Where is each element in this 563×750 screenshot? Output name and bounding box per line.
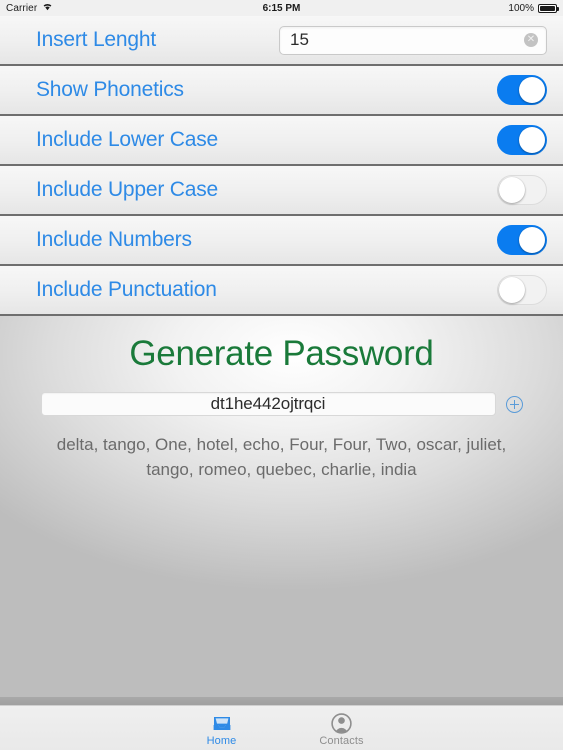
carrier-label: Carrier (6, 2, 38, 14)
toggle-knob (519, 227, 545, 253)
tab-contacts[interactable]: Contacts (301, 709, 383, 747)
password-value: dt1he442ojtrqci (210, 394, 326, 413)
status-bar-left: Carrier (6, 2, 53, 14)
tab-contacts-label: Contacts (319, 735, 364, 747)
settings-list: Insert Lenght 15 ✕ Show Phonetics Includ… (0, 16, 563, 316)
toggle-include-upper-case[interactable] (497, 175, 547, 205)
tab-bar-shadow (0, 697, 563, 705)
tab-home-label: Home (206, 735, 237, 747)
battery-percent-label: 100% (508, 2, 534, 14)
length-input[interactable]: 15 ✕ (279, 25, 547, 55)
row-include-upper-case: Include Upper Case (0, 166, 563, 216)
toggle-knob (519, 127, 545, 153)
battery-icon (538, 3, 559, 13)
status-bar-time: 6:15 PM (262, 2, 301, 14)
include-punctuation-label: Include Punctuation (36, 278, 217, 301)
app-screen: Carrier 6:15 PM 100% Insert Lenght 15 ✕ … (0, 0, 563, 750)
generate-password-button[interactable]: Generate Password (0, 334, 563, 374)
status-bar-right: 100% (508, 2, 559, 14)
toggle-show-phonetics[interactable] (497, 75, 547, 105)
row-include-numbers: Include Numbers (0, 216, 563, 266)
status-bar: Carrier 6:15 PM 100% (0, 0, 563, 16)
toggle-include-punctuation[interactable] (497, 275, 547, 305)
main-content: Generate Password dt1he442ojtrqci delta,… (0, 316, 563, 697)
clear-icon[interactable]: ✕ (524, 33, 538, 47)
plus-circle-icon[interactable] (505, 395, 523, 413)
inbox-tray-icon (211, 712, 233, 734)
row-include-punctuation: Include Punctuation (0, 266, 563, 316)
wifi-icon (42, 2, 53, 14)
include-lower-case-label: Include Lower Case (36, 128, 219, 151)
tab-bar: Home Contacts (0, 705, 563, 750)
row-insert-length: Insert Lenght 15 ✕ (0, 16, 563, 66)
tab-home[interactable]: Home (181, 709, 263, 747)
row-show-phonetics: Show Phonetics (0, 66, 563, 116)
phonetics-text: delta, tango, One, hotel, echo, Four, Fo… (56, 435, 507, 479)
include-upper-case-label: Include Upper Case (36, 178, 219, 201)
row-include-lower-case: Include Lower Case (0, 116, 563, 166)
toggle-knob (499, 177, 525, 203)
toggle-knob (519, 77, 545, 103)
password-field[interactable]: dt1he442ojtrqci (40, 392, 496, 416)
show-phonetics-label: Show Phonetics (36, 78, 184, 101)
toggle-knob (499, 277, 525, 303)
password-row: dt1he442ojtrqci (0, 392, 563, 416)
toggle-include-lower-case[interactable] (497, 125, 547, 155)
person-icon (331, 712, 352, 734)
toggle-include-numbers[interactable] (497, 225, 547, 255)
insert-length-label: Insert Lenght (36, 28, 156, 51)
length-input-value: 15 (290, 30, 309, 49)
include-numbers-label: Include Numbers (36, 228, 192, 251)
